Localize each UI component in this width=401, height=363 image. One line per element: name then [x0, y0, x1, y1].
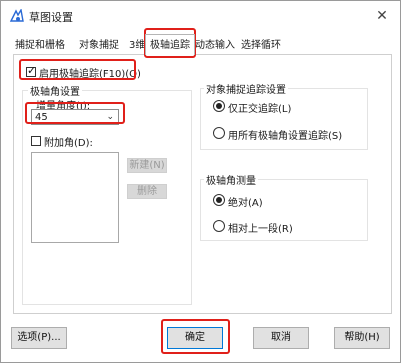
polar-tracking-panel: ✓ 启用极轴追踪(F10)(O) 极轴角设置 增量角度(I): 45 ⌄ 附加角… — [13, 54, 392, 314]
delete-angle-button[interactable]: 删除 — [127, 184, 167, 199]
additional-angle-checkbox[interactable] — [31, 136, 41, 146]
relative-last-segment-radio[interactable] — [213, 220, 225, 232]
window-title: 草图设置 — [29, 11, 73, 24]
radio-selected-dot — [216, 103, 222, 109]
absolute-label: 绝对(A) — [228, 198, 263, 209]
app-logo-icon — [9, 9, 24, 22]
title-bar: 草图设置 ✕ — [1, 1, 400, 31]
angle-measurement-title: 极轴角测量 — [204, 172, 258, 187]
additional-angle-list[interactable] — [31, 152, 119, 243]
tab-object-snap[interactable]: 对象捕捉 — [79, 37, 119, 55]
new-angle-button[interactable]: 新建(N) — [127, 158, 167, 173]
absolute-radio[interactable] — [213, 194, 225, 206]
cancel-button[interactable]: 取消 — [253, 327, 309, 349]
close-icon: ✕ — [376, 8, 388, 24]
options-button[interactable]: 选项(P)... — [11, 327, 67, 349]
tab-snap-grid[interactable]: 捕捉和栅格 — [15, 37, 65, 55]
drafting-settings-dialog: 草图设置 ✕ 捕捉和栅格 对象捕捉 3维设置 极轴追踪 动态输入 选择循环 ✓ … — [0, 0, 401, 363]
increment-angle-value: 45 — [35, 112, 48, 123]
tab-dynamic-input[interactable]: 动态输入 — [195, 37, 235, 55]
ok-button[interactable]: 确定 — [167, 327, 223, 349]
orthogonal-only-radio[interactable] — [213, 100, 225, 112]
check-icon: ✓ — [27, 64, 37, 77]
radio-selected-dot — [216, 197, 222, 203]
increment-angle-select[interactable]: 45 ⌄ — [31, 109, 119, 125]
relative-last-segment-label: 相对上一段(R) — [228, 224, 293, 235]
polar-angle-settings-title: 极轴角设置 — [28, 83, 82, 98]
enable-polar-label: 启用极轴追踪(F10)(O) — [39, 69, 141, 80]
help-button[interactable]: 帮助(H) — [334, 327, 390, 349]
chevron-down-icon: ⌄ — [106, 112, 114, 122]
additional-angle-label: 附加角(D): — [44, 138, 93, 149]
tab-selection-cycling[interactable]: 选择循环 — [241, 37, 281, 55]
all-polar-settings-label: 用所有极轴角设置追踪(S) — [228, 131, 343, 142]
all-polar-settings-radio[interactable] — [213, 127, 225, 139]
close-button[interactable]: ✕ — [372, 6, 392, 26]
tab-polar-tracking[interactable]: 极轴追踪 — [145, 34, 195, 55]
object-snap-tracking-title: 对象捕捉追踪设置 — [204, 81, 288, 96]
enable-polar-checkbox[interactable]: ✓ — [26, 64, 37, 77]
orthogonal-only-label: 仅正交追踪(L) — [228, 104, 292, 115]
